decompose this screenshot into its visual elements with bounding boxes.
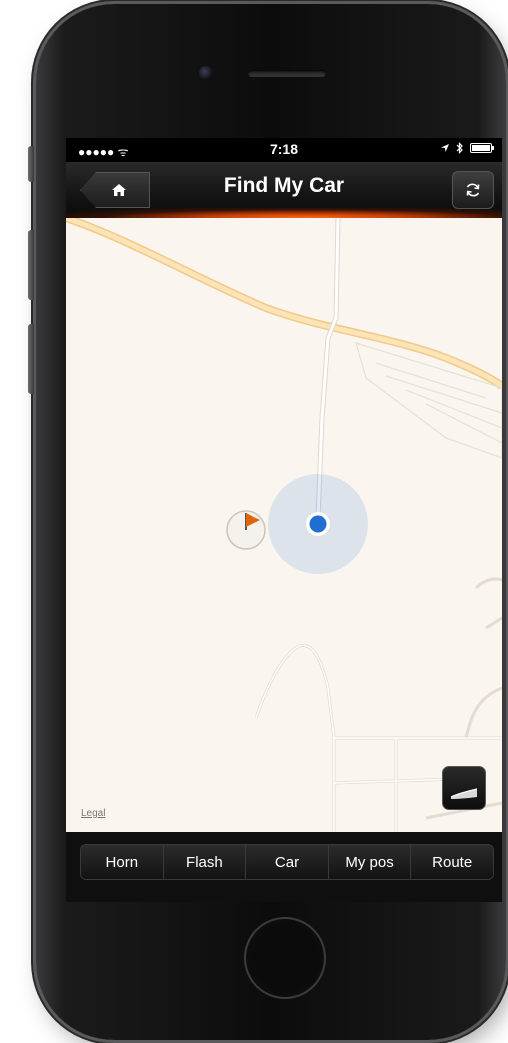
volume-up-button bbox=[28, 230, 34, 300]
user-location-dot[interactable] bbox=[304, 510, 332, 538]
action-bar: Horn Flash Car My pos Route bbox=[66, 832, 502, 902]
flash-button[interactable]: Flash bbox=[163, 845, 247, 879]
navigation-bar: Find My Car bbox=[66, 162, 502, 218]
volume-down-button bbox=[28, 324, 34, 394]
earpiece-speaker bbox=[248, 70, 326, 77]
map-type-button[interactable] bbox=[442, 766, 486, 810]
status-right-icons bbox=[440, 142, 494, 154]
route-button[interactable]: Route bbox=[411, 845, 493, 879]
status-bar: ●●●●● ᯤ 7:18 bbox=[66, 138, 502, 162]
app-screen: ●●●●● ᯤ 7:18 Find My Car Legal Horn Flas… bbox=[66, 138, 502, 902]
map-view[interactable]: Legal bbox=[66, 218, 502, 832]
map-curl-icon bbox=[450, 788, 478, 799]
legal-link[interactable]: Legal bbox=[81, 808, 105, 819]
page-title: Find My Car bbox=[223, 174, 345, 197]
action-segmented-control: Horn Flash Car My pos Route bbox=[80, 844, 494, 880]
battery-icon bbox=[470, 143, 494, 153]
refresh-button[interactable] bbox=[452, 171, 494, 209]
refresh-icon bbox=[466, 183, 480, 197]
car-button[interactable]: Car bbox=[246, 845, 329, 879]
front-camera bbox=[199, 66, 213, 80]
horn-button[interactable]: Horn bbox=[81, 845, 164, 879]
my-pos-button[interactable]: My pos bbox=[328, 845, 412, 879]
device-home-button[interactable] bbox=[244, 917, 326, 999]
mute-switch bbox=[28, 146, 34, 182]
bluetooth-icon bbox=[456, 142, 463, 154]
status-time: 7:18 bbox=[269, 141, 299, 157]
location-arrow-icon bbox=[441, 144, 449, 152]
car-location-marker[interactable] bbox=[224, 504, 268, 552]
nav-accent-glow bbox=[66, 208, 502, 218]
